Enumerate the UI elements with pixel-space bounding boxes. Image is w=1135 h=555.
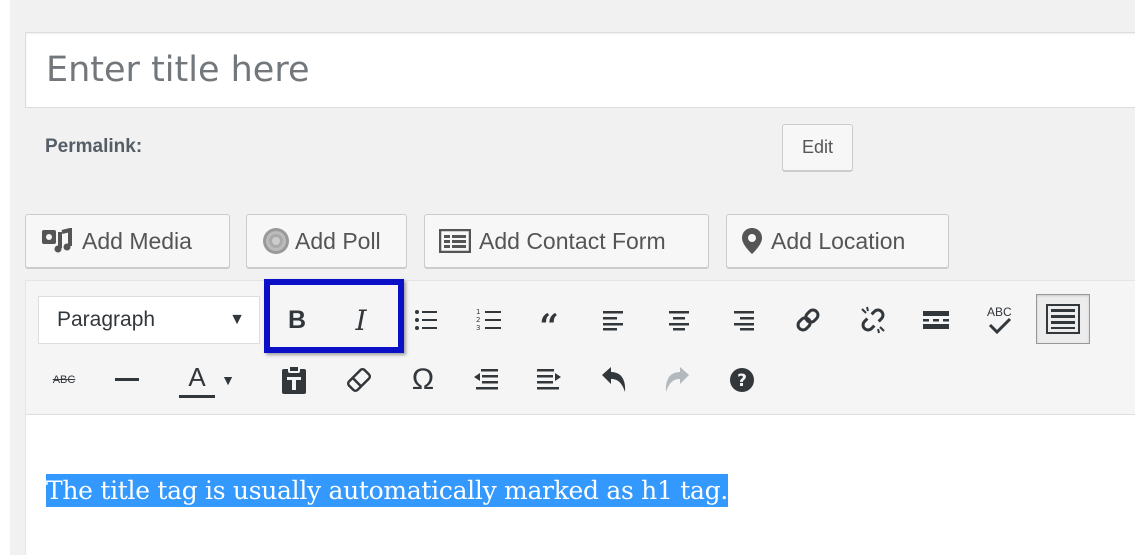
format-select-value: Paragraph bbox=[57, 308, 156, 331]
blockquote-button[interactable]: “ bbox=[527, 298, 571, 347]
omega-icon: Ω bbox=[411, 363, 435, 396]
svg-text:3: 3 bbox=[476, 324, 480, 332]
undo-icon bbox=[602, 367, 626, 392]
text-color-icon: A bbox=[177, 360, 217, 400]
svg-text:?: ? bbox=[737, 371, 747, 391]
outdent-icon bbox=[474, 369, 498, 390]
media-icon bbox=[40, 228, 74, 254]
add-contact-form-label: Add Contact Form bbox=[479, 227, 666, 254]
insert-link-button[interactable] bbox=[786, 298, 830, 342]
text-color-button[interactable]: A ▼ bbox=[170, 358, 242, 402]
align-center-button[interactable] bbox=[657, 298, 701, 342]
read-more-button[interactable] bbox=[914, 298, 958, 342]
poll-icon bbox=[261, 226, 291, 256]
redo-icon bbox=[665, 367, 689, 392]
clipboard-icon bbox=[282, 365, 306, 394]
help-icon: ? bbox=[730, 368, 754, 392]
add-contact-form-button[interactable]: Add Contact Form bbox=[424, 214, 709, 268]
chevron-down-icon: ▼ bbox=[221, 372, 235, 388]
link-icon bbox=[796, 308, 820, 332]
permalink-edit-button[interactable]: Edit bbox=[782, 124, 853, 171]
read-more-icon bbox=[923, 311, 949, 329]
svg-text:2: 2 bbox=[476, 316, 480, 324]
form-icon bbox=[439, 229, 471, 253]
permalink-label: Permalink: bbox=[45, 136, 143, 157]
toolbar-toggle-button[interactable] bbox=[1036, 294, 1090, 344]
bulleted-list-button[interactable] bbox=[404, 298, 448, 342]
unlink-icon bbox=[861, 306, 885, 334]
paste-as-text-button[interactable] bbox=[272, 358, 316, 402]
svg-text:1: 1 bbox=[476, 308, 480, 316]
chevron-down-icon: ▼ bbox=[229, 311, 245, 328]
strikethrough-button[interactable]: ABC bbox=[42, 358, 86, 402]
horizontal-line-button[interactable] bbox=[105, 358, 149, 402]
add-media-button[interactable]: Add Media bbox=[25, 214, 230, 268]
align-right-icon bbox=[734, 311, 754, 331]
strikethrough-icon: ABC bbox=[52, 374, 76, 386]
special-character-button[interactable]: Ω bbox=[401, 358, 445, 402]
spellcheck-icon: ABC bbox=[985, 303, 1015, 337]
numbered-list-button[interactable]: 1 2 3 bbox=[467, 298, 511, 342]
format-select[interactable]: Paragraph ▼ bbox=[38, 296, 260, 344]
increase-indent-button[interactable] bbox=[527, 358, 571, 402]
left-margin bbox=[0, 0, 10, 555]
clear-formatting-button[interactable] bbox=[337, 358, 381, 402]
bulleted-list-icon bbox=[415, 310, 437, 330]
redo-button[interactable] bbox=[655, 358, 699, 402]
remove-link-button[interactable] bbox=[851, 298, 895, 342]
post-title-input[interactable] bbox=[25, 32, 1135, 108]
selected-text: The title tag is usually automatically m… bbox=[46, 474, 728, 507]
location-pin-icon bbox=[741, 227, 763, 255]
add-location-button[interactable]: Add Location bbox=[726, 214, 949, 268]
align-center-icon bbox=[669, 311, 689, 331]
add-location-label: Add Location bbox=[771, 227, 906, 254]
editor-content[interactable]: The title tag is usually automatically m… bbox=[26, 416, 1135, 555]
add-poll-button[interactable]: Add Poll bbox=[246, 214, 407, 268]
add-media-label: Add Media bbox=[82, 227, 192, 254]
editor-toolbar: Paragraph ▼ B I 1 2 3 “ ABC ABC A ▼ Ω ? bbox=[26, 279, 1135, 415]
undo-button[interactable] bbox=[592, 358, 636, 402]
align-left-button[interactable] bbox=[592, 298, 636, 342]
keyboard-icon bbox=[1046, 304, 1080, 334]
spellcheck-button[interactable]: ABC bbox=[978, 298, 1022, 342]
indent-icon bbox=[537, 369, 561, 390]
bold-italic-highlight bbox=[264, 279, 404, 353]
add-poll-label: Add Poll bbox=[295, 227, 381, 254]
horizontal-line-icon bbox=[115, 378, 139, 381]
numbered-list-icon: 1 2 3 bbox=[476, 308, 501, 332]
blockquote-icon: “ bbox=[539, 307, 559, 347]
help-button[interactable]: ? bbox=[720, 358, 764, 402]
align-right-button[interactable] bbox=[721, 298, 765, 342]
decrease-indent-button[interactable] bbox=[464, 358, 508, 402]
visual-editor: Paragraph ▼ B I 1 2 3 “ ABC ABC A ▼ Ω ? … bbox=[25, 279, 1135, 555]
align-left-icon bbox=[603, 311, 623, 331]
eraser-icon bbox=[346, 367, 372, 393]
